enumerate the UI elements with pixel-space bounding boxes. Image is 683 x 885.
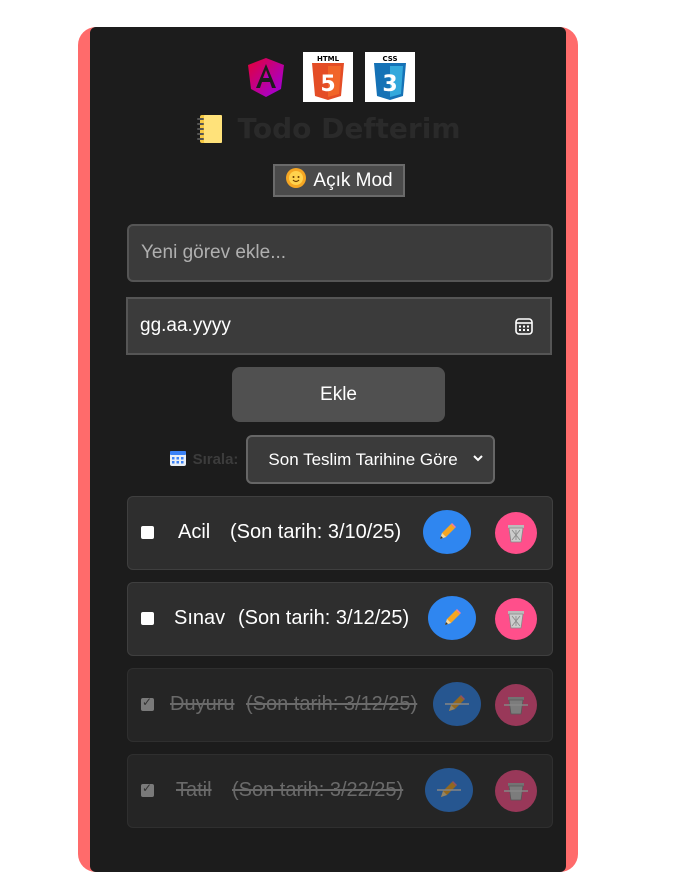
task-input[interactable]: Yeni görev ekle... <box>127 224 553 282</box>
delete-button[interactable] <box>495 598 537 640</box>
pencil-icon <box>445 609 461 625</box>
sort-label: Sırala: <box>192 451 239 468</box>
todo-due-date: (Son tarih: 3/22/25) <box>232 779 404 801</box>
app-frame: HTML 5 CSS 3 Todo Defterim Açık Mod Yeni… <box>78 27 578 872</box>
chevron-down-icon <box>471 450 485 470</box>
todo-title: Acil <box>178 521 211 543</box>
todo-checkbox[interactable] <box>141 526 154 539</box>
trash-icon <box>508 525 524 543</box>
sort-row: Sırala: Son Teslim Tarihine Göre <box>90 435 566 484</box>
edit-button[interactable] <box>428 596 476 640</box>
todo-item: Acil (Son tarih: 3/10/25) <box>127 496 553 570</box>
due-date-placeholder: gg.aa.yyyy <box>140 315 231 336</box>
svg-text:CSS: CSS <box>382 55 397 63</box>
todo-title: Tatil <box>176 779 212 801</box>
pencil-icon <box>440 523 456 539</box>
theme-toggle-label: Açık Mod <box>313 169 393 191</box>
notebook-icon <box>195 113 225 145</box>
svg-text:3: 3 <box>382 72 397 97</box>
todo-due-date: (Son tarih: 3/12/25) <box>246 693 418 715</box>
due-date-input[interactable]: gg.aa.yyyy <box>126 297 552 355</box>
trash-icon <box>504 697 528 715</box>
edit-button[interactable] <box>423 510 471 554</box>
todo-checkbox[interactable] <box>141 612 154 625</box>
angular-logo-icon <box>241 52 291 102</box>
trash-icon <box>508 611 524 629</box>
todo-due-date: (Son tarih: 3/10/25) <box>230 521 402 543</box>
add-task-button[interactable]: Ekle <box>232 367 445 422</box>
theme-toggle-button[interactable]: Açık Mod <box>273 164 405 197</box>
css3-logo-icon: CSS 3 <box>365 52 415 102</box>
todo-checkbox[interactable] <box>141 781 154 797</box>
edit-button[interactable] <box>433 682 481 726</box>
todo-item: Duyuru (Son tarih: 3/12/25) <box>127 668 553 742</box>
todo-checkbox[interactable] <box>141 695 154 711</box>
todo-item: Sınav (Son tarih: 3/12/25) <box>127 582 553 656</box>
html5-logo-icon: HTML 5 <box>303 52 353 102</box>
calendar-icon <box>169 449 187 471</box>
sun-icon <box>285 167 307 195</box>
app-card: HTML 5 CSS 3 Todo Defterim Açık Mod Yeni… <box>90 27 566 872</box>
delete-button[interactable] <box>495 512 537 554</box>
pencil-icon <box>445 695 469 711</box>
todo-title: Sınav <box>174 607 226 629</box>
svg-text:HTML: HTML <box>317 55 340 63</box>
svg-text:5: 5 <box>320 72 335 97</box>
todo-item: Tatil (Son tarih: 3/22/25) <box>127 754 553 828</box>
todo-title: Duyuru <box>170 693 235 715</box>
delete-button[interactable] <box>495 770 537 812</box>
calendar-icon[interactable] <box>514 316 534 336</box>
title-row: Todo Defterim <box>90 112 566 145</box>
sort-selected-value: Son Teslim Tarihine Göre <box>268 449 458 469</box>
sort-label-group: Sırala: <box>169 449 239 471</box>
trash-icon <box>504 783 528 801</box>
logo-row: HTML 5 CSS 3 <box>90 52 566 102</box>
task-input-placeholder: Yeni görev ekle... <box>141 242 287 263</box>
todo-due-date: (Son tarih: 3/12/25) <box>238 607 410 629</box>
edit-button[interactable] <box>425 768 473 812</box>
delete-button[interactable] <box>495 684 537 726</box>
pencil-icon <box>437 781 461 797</box>
page-title: Todo Defterim <box>237 112 461 145</box>
sort-select[interactable]: Son Teslim Tarihine Göre <box>246 435 496 484</box>
